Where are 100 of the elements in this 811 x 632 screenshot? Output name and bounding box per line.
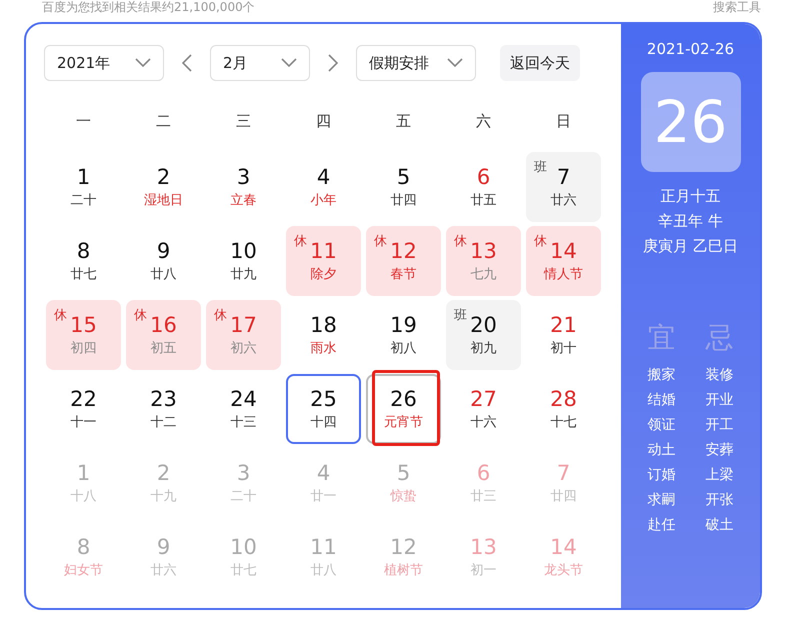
lunar-date: 初六 bbox=[230, 341, 256, 357]
day-number: 7 bbox=[556, 461, 570, 485]
weekday-header: 六 bbox=[475, 110, 492, 132]
day-number: 10 bbox=[230, 239, 257, 263]
calendar-day[interactable]: 23 十二 bbox=[126, 374, 201, 444]
avoid-item: 安葬 bbox=[706, 441, 734, 460]
lunar-date: 十七 bbox=[550, 415, 576, 431]
calendar-day[interactable]: 27 十六 bbox=[446, 374, 521, 444]
calendar-day[interactable]: 21 初十 bbox=[526, 300, 601, 370]
avoid-item: 破土 bbox=[706, 516, 734, 535]
suitable-item: 赴任 bbox=[648, 516, 676, 535]
lunar-date: 二十 bbox=[70, 193, 96, 209]
next-month-icon[interactable] bbox=[328, 54, 338, 72]
selected-date: 2021-02-26 bbox=[646, 40, 734, 58]
holiday-label: 休 bbox=[294, 233, 307, 250]
day-number: 5 bbox=[396, 165, 410, 189]
lunar-date: 十八 bbox=[70, 489, 96, 505]
back-to-today-button[interactable]: 返回今天 bbox=[500, 45, 580, 81]
calendar-day[interactable]: 6 廿五 bbox=[446, 152, 521, 222]
day-number: 5 bbox=[396, 461, 410, 485]
lunar-date: 立春 bbox=[230, 193, 256, 209]
day-number: 1 bbox=[76, 165, 90, 189]
suitable-item: 动土 bbox=[648, 441, 676, 460]
calendar-day[interactable]: 24 十三 bbox=[206, 374, 281, 444]
calendar-day[interactable]: 25 十四 bbox=[286, 374, 361, 444]
day-number: 24 bbox=[230, 387, 257, 411]
suitable-item: 结婚 bbox=[648, 391, 676, 410]
calendar-day[interactable]: 10 廿九 bbox=[206, 226, 281, 296]
holiday-label: 休 bbox=[454, 233, 467, 250]
result-count: 百度为您找到相关结果约21,100,000个 bbox=[42, 0, 255, 14]
holiday-label: 休 bbox=[134, 307, 147, 324]
day-number: 9 bbox=[156, 535, 170, 559]
avoid-item: 开张 bbox=[706, 491, 734, 510]
day-number: 4 bbox=[316, 165, 330, 189]
day-number: 1 bbox=[76, 461, 90, 485]
day-number: 12 bbox=[390, 535, 417, 559]
weekday-header: 五 bbox=[395, 110, 412, 132]
day-number: 12 bbox=[390, 239, 417, 263]
lunar-date: 龙头节 bbox=[544, 563, 583, 579]
day-number: 26 bbox=[390, 387, 417, 411]
lunar-date: 廿九 bbox=[230, 267, 256, 283]
day-number: 14 bbox=[550, 535, 577, 559]
chevron-down-icon bbox=[135, 58, 151, 68]
day-number: 25 bbox=[310, 387, 337, 411]
lunar-date: 廿七 bbox=[230, 563, 256, 579]
day-number: 21 bbox=[550, 313, 577, 337]
chevron-down-icon bbox=[281, 58, 297, 68]
lunar-date: 七九 bbox=[470, 267, 496, 283]
calendar-day[interactable]: 班 7 廿六 bbox=[526, 152, 601, 222]
lunar-date: 廿三 bbox=[470, 489, 496, 505]
lunar-date: 湿地日 bbox=[144, 193, 183, 209]
calendar-day[interactable]: 22 十一 bbox=[46, 374, 121, 444]
weekday-header: 日 bbox=[555, 110, 572, 132]
calendar-day[interactable]: 2 湿地日 bbox=[126, 152, 201, 222]
lunar-date: 除夕 bbox=[310, 267, 336, 283]
day-number: 2 bbox=[156, 165, 170, 189]
day-number: 6 bbox=[476, 165, 490, 189]
calendar-day[interactable]: 1 二十 bbox=[46, 152, 121, 222]
holiday-label: 休 bbox=[374, 233, 387, 250]
calendar-day[interactable]: 18 雨水 bbox=[286, 300, 361, 370]
year-select[interactable]: 2021年 bbox=[44, 45, 164, 81]
lunar-date: 廿八 bbox=[150, 267, 176, 283]
calendar-day[interactable]: 8 廿七 bbox=[46, 226, 121, 296]
weekday-header: 四 bbox=[315, 110, 332, 132]
lunar-date: 廿七 bbox=[70, 267, 96, 283]
lunar-date: 初八 bbox=[390, 341, 416, 357]
lunar-date: 植树节 bbox=[384, 563, 423, 579]
calendar-day[interactable]: 3 立春 bbox=[206, 152, 281, 222]
lunar-date: 初一 bbox=[470, 563, 496, 579]
day-number: 3 bbox=[236, 461, 250, 485]
lunar-date: 小年 bbox=[310, 193, 336, 209]
holiday-label: 班 bbox=[454, 307, 467, 324]
chevron-down-icon bbox=[447, 58, 463, 68]
calendar-day[interactable]: 28 十七 bbox=[526, 374, 601, 444]
lunar-date: 廿六 bbox=[150, 563, 176, 579]
lunar-date: 初九 bbox=[470, 341, 496, 357]
suitable-item: 订婚 bbox=[648, 466, 676, 485]
holiday-select[interactable]: 假期安排 bbox=[356, 45, 476, 81]
suitable-item: 搬家 bbox=[648, 366, 676, 385]
weekday-header: 一 bbox=[75, 110, 92, 132]
lunar-date: 廿四 bbox=[550, 489, 576, 505]
lunar-date: 初十 bbox=[550, 341, 576, 357]
month-select[interactable]: 2月 bbox=[210, 45, 310, 81]
calendar-day[interactable]: 5 廿四 bbox=[366, 152, 441, 222]
day-number: 2 bbox=[156, 461, 170, 485]
suitable-item: 求嗣 bbox=[648, 491, 676, 510]
day-number: 18 bbox=[310, 313, 337, 337]
calendar-day[interactable]: 19 初八 bbox=[366, 300, 441, 370]
lunar-info: 正月十五 bbox=[660, 186, 720, 207]
day-number: 10 bbox=[230, 535, 257, 559]
calendar-day[interactable]: 4 小年 bbox=[286, 152, 361, 222]
lunar-date: 廿八 bbox=[310, 563, 336, 579]
day-number: 8 bbox=[76, 535, 90, 559]
lunar-date: 十四 bbox=[310, 415, 336, 431]
calendar-day[interactable]: 9 廿八 bbox=[126, 226, 201, 296]
previous-month-icon[interactable] bbox=[182, 54, 192, 72]
day-number: 23 bbox=[150, 387, 177, 411]
holiday-label: 休 bbox=[214, 307, 227, 324]
day-number: 8 bbox=[76, 239, 90, 263]
avoid-item: 开业 bbox=[706, 391, 734, 410]
